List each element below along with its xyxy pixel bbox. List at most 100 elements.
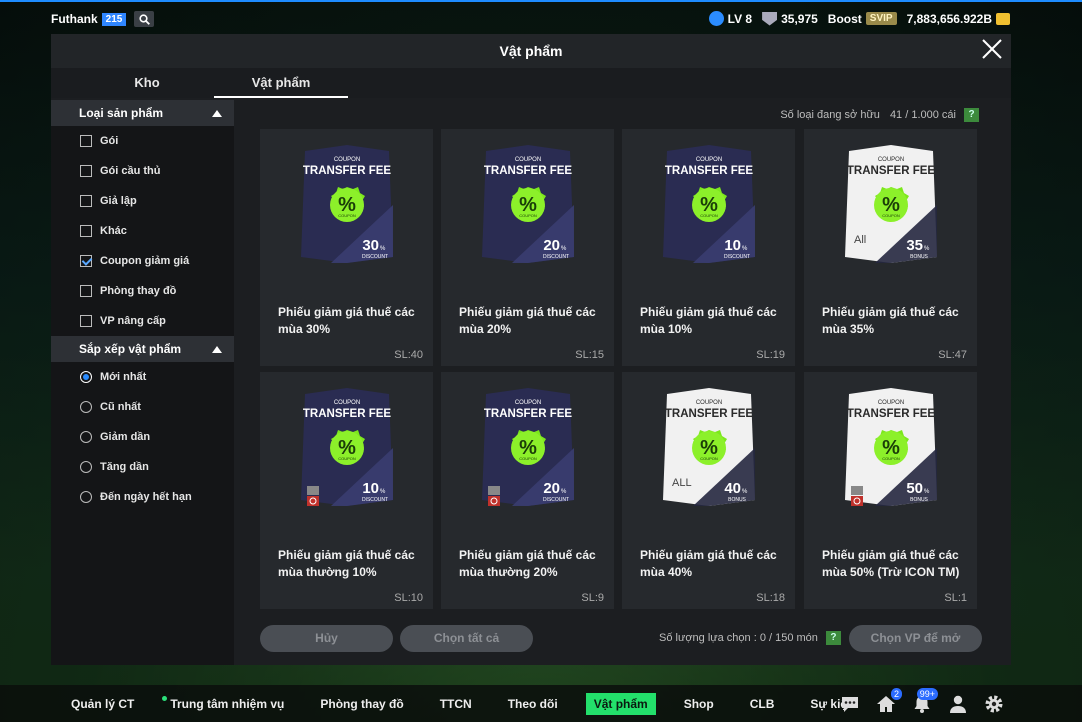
coupon-value-percent: %: [380, 246, 386, 252]
username: Futhank: [51, 12, 98, 26]
coupon-small-label: COUPON: [696, 157, 722, 163]
coupon-image: COUPON TRANSFER FEE % COUPON All 35 % BO…: [845, 145, 937, 263]
nav-item[interactable]: Quản lý CT: [63, 693, 142, 715]
radio-button[interactable]: [80, 431, 92, 443]
coupon-image: COUPON TRANSFER FEE % COUPON 10 % DISCOU…: [301, 388, 393, 506]
close-button[interactable]: [979, 38, 1005, 64]
nav-item-label: TTCN: [439, 696, 472, 711]
select-all-button[interactable]: Chọn tất cả: [400, 625, 533, 652]
boost-label: Boost: [827, 11, 862, 26]
radio-button[interactable]: [80, 401, 92, 413]
coupon-value-percent: %: [380, 489, 386, 495]
cancel-button[interactable]: Hủy: [260, 625, 393, 652]
item-name: Phiếu giảm giá thuế các mùa 40%: [640, 548, 777, 579]
selection-help-button[interactable]: ?: [825, 631, 841, 645]
checkbox[interactable]: [80, 315, 92, 327]
item-card[interactable]: COUPON TRANSFER FEE % COUPON 20 % DISCOU…: [441, 372, 614, 609]
item-quantity: SL:9: [581, 592, 604, 604]
coupon-small-label: COUPON: [515, 157, 541, 163]
nav-item[interactable]: Phòng thay đồ: [312, 693, 411, 715]
level-stat: LV 8: [708, 11, 752, 26]
filter-option[interactable]: Gói cầu thủ: [51, 156, 234, 186]
filter-option-label: Gói: [100, 135, 119, 147]
collapse-icon: [212, 345, 222, 353]
nav-item[interactable]: Shop: [676, 693, 722, 715]
filter-option[interactable]: Giả lập: [51, 186, 234, 216]
item-card[interactable]: COUPON TRANSFER FEE % COUPON 10 % DISCOU…: [622, 129, 795, 366]
tab-storage[interactable]: Kho: [80, 68, 214, 98]
filter-option[interactable]: Gói: [51, 126, 234, 156]
tab-items[interactable]: Vật phẩm: [214, 68, 348, 98]
item-name: Phiếu giảm giá thuế các mùa thường 10%: [278, 548, 415, 579]
product-type-header[interactable]: Loại sản phẩm: [51, 100, 234, 126]
sort-option[interactable]: Mới nhất: [51, 362, 234, 392]
radio-button[interactable]: [80, 491, 92, 503]
coupon-title-label: TRANSFER FEE: [665, 165, 754, 177]
coupon-image: COUPON TRANSFER FEE % COUPON ALL 40 % BO…: [663, 388, 755, 506]
item-card[interactable]: COUPON TRANSFER FEE % COUPON All 35 % BO…: [804, 129, 977, 366]
nav-item[interactable]: CLB: [742, 693, 783, 715]
chat-button[interactable]: [840, 694, 860, 714]
item-name: Phiếu giảm giá thuế các mùa thường 20%: [459, 548, 596, 579]
coupon-image: COUPON TRANSFER FEE % COUPON 20 % DISCOU…: [482, 145, 574, 263]
item-quantity: SL:10: [394, 592, 423, 604]
nav-item[interactable]: Vật phẩm: [585, 692, 656, 715]
search-button[interactable]: [134, 11, 155, 27]
checkbox[interactable]: [80, 135, 92, 147]
filter-option-label: Phòng thay đồ: [100, 285, 177, 297]
filter-option[interactable]: Khác: [51, 216, 234, 246]
coupon-value: 10: [362, 480, 379, 497]
filter-option-label: Coupon giảm giá: [100, 255, 190, 267]
nav-item[interactable]: Trung tâm nhiệm vụ: [162, 693, 292, 715]
coupon-class-label: ALL: [672, 477, 692, 489]
item-card[interactable]: COUPON TRANSFER FEE % COUPON 50 % BONUS …: [804, 372, 977, 609]
sort-option[interactable]: Cũ nhất: [51, 392, 234, 422]
owned-label: Số loại đang sở hữu: [780, 109, 880, 121]
item-card[interactable]: COUPON TRANSFER FEE % COUPON 30 % DISCOU…: [260, 129, 433, 366]
nav-item-label: Theo dõi: [507, 696, 558, 711]
nav-item-label: Trung tâm nhiệm vụ: [170, 696, 285, 711]
checkbox[interactable]: [80, 225, 92, 237]
nav-item-label: Shop: [683, 696, 714, 711]
coupon-small-label: COUPON: [334, 157, 360, 163]
nav-item[interactable]: Theo dõi: [500, 693, 566, 715]
settings-button[interactable]: [984, 694, 1004, 714]
owned-count: Số loại đang sở hữu 41 / 1.000 cái ?: [780, 108, 979, 122]
boost-stat: Boost SVIP: [828, 12, 897, 26]
item-card[interactable]: COUPON TRANSFER FEE % COUPON 20 % DISCOU…: [441, 129, 614, 366]
player-stats: LV 8 35,975 Boost SVIP 7,883,656.922B: [708, 11, 1010, 26]
coin-stat: 7,883,656.922B: [907, 12, 1010, 26]
item-card[interactable]: COUPON TRANSFER FEE % COUPON ALL 40 % BO…: [622, 372, 795, 609]
person-icon: [950, 695, 966, 713]
sort-option[interactable]: Giảm dần: [51, 422, 234, 452]
checkbox[interactable]: [80, 285, 92, 297]
coupon-sub-label: DISCOUNT: [362, 254, 388, 260]
checkbox[interactable]: [80, 165, 92, 177]
coupon-title-label: TRANSFER FEE: [665, 408, 754, 420]
open-selected-button[interactable]: Chọn VP để mở: [849, 625, 982, 652]
sort-option[interactable]: Đến ngày hết hạn: [51, 482, 234, 512]
checkbox[interactable]: [80, 255, 92, 267]
coupon-class-label: All: [854, 234, 866, 246]
rating-value: 35,975: [781, 11, 818, 26]
radio-button[interactable]: [80, 461, 92, 473]
item-card[interactable]: COUPON TRANSFER FEE % COUPON 10 % DISCOU…: [260, 372, 433, 609]
owned-help-button[interactable]: ?: [964, 108, 979, 122]
nav-item[interactable]: TTCN: [432, 693, 480, 715]
home-button[interactable]: 2: [876, 687, 902, 714]
sort-option[interactable]: Tăng dần: [51, 452, 234, 482]
coupon-badge-label: COUPON: [700, 213, 718, 218]
sort-header[interactable]: Sắp xếp vật phẩm: [51, 336, 234, 362]
filter-option[interactable]: Phòng thay đồ: [51, 276, 234, 306]
coupon-badge-label: COUPON: [882, 213, 900, 218]
sort-option-label: Tăng dần: [100, 461, 149, 473]
notification-button[interactable]: 99+: [912, 687, 938, 714]
rating-stat: 35,975: [762, 11, 818, 26]
coupon-small-label: COUPON: [878, 400, 904, 406]
radio-button[interactable]: [80, 371, 92, 383]
profile-button[interactable]: [948, 694, 968, 714]
coupon-small-label: COUPON: [696, 400, 722, 406]
filter-option[interactable]: VP nâng cấp: [51, 306, 234, 336]
filter-option[interactable]: Coupon giảm giá: [51, 246, 234, 276]
checkbox[interactable]: [80, 195, 92, 207]
